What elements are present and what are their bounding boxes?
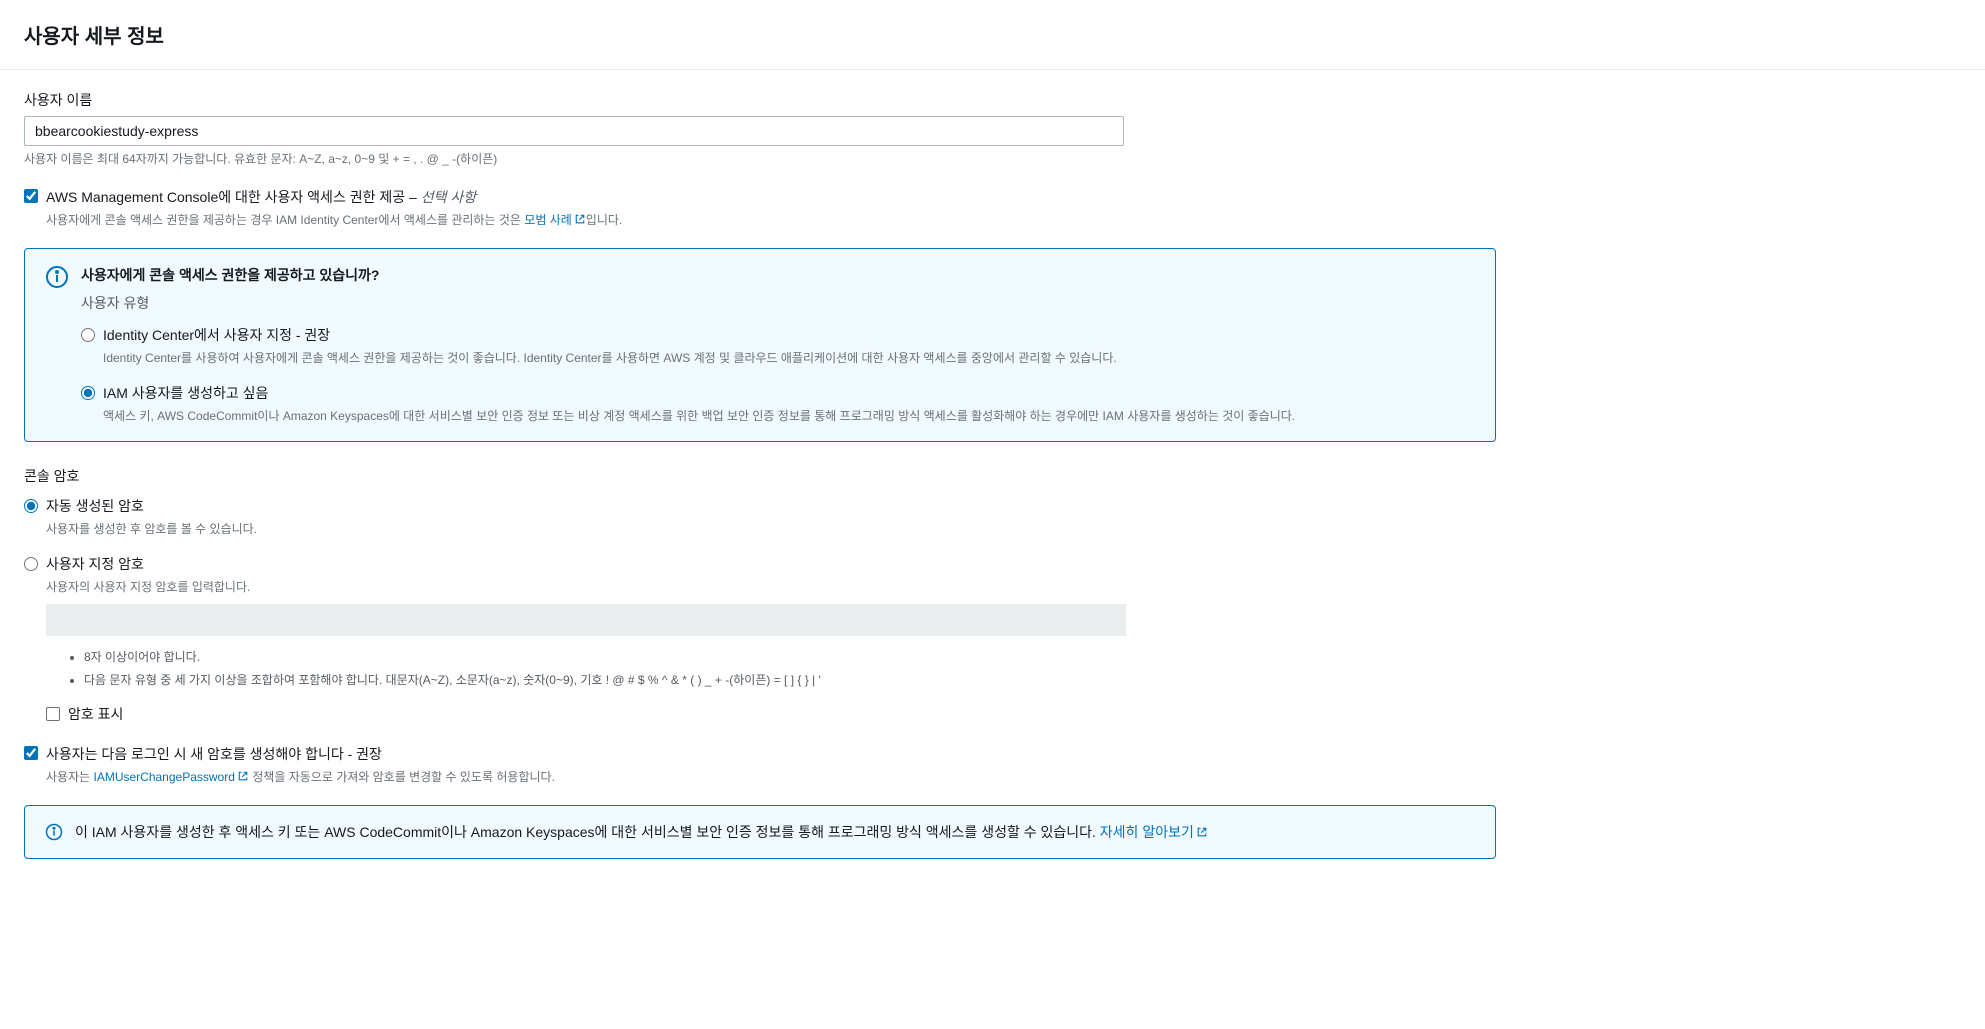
iam-user-hint: 액세스 키, AWS CodeCommit이나 Amazon Keyspaces…	[103, 407, 1475, 425]
best-practice-link[interactable]: 모범 사례	[524, 213, 586, 227]
must-change-checkbox[interactable]	[24, 746, 38, 760]
identity-center-option: Identity Center에서 사용자 지정 - 권장 Identity C…	[81, 325, 1475, 367]
content-area: 사용자 이름 사용자 이름은 최대 64자까지 가능합니다. 유효한 문자: A…	[0, 70, 1520, 879]
console-access-label: AWS Management Console에 대한 사용자 액세스 권한 제공…	[46, 187, 476, 207]
auto-password-radio[interactable]	[24, 499, 38, 513]
console-access-group: AWS Management Console에 대한 사용자 액세스 권한 제공…	[24, 187, 1496, 228]
username-input[interactable]	[24, 116, 1124, 146]
external-link-icon	[574, 213, 586, 225]
auto-password-option: 자동 생성된 암호 사용자를 생성한 후 암호를 볼 수 있습니다.	[24, 496, 1496, 538]
console-access-hint: 사용자에게 콘솔 액세스 권한을 제공하는 경우 IAM Identity Ce…	[46, 211, 1496, 228]
auto-password-label: 자동 생성된 암호	[46, 496, 144, 516]
page-title: 사용자 세부 정보	[24, 20, 1961, 49]
user-type-title: 사용자에게 콘솔 액세스 권한을 제공하고 있습니까?	[81, 265, 1475, 285]
console-password-group: 콘솔 암호 자동 생성된 암호 사용자를 생성한 후 암호를 볼 수 있습니다.…	[24, 466, 1496, 724]
identity-center-hint: Identity Center를 사용하여 사용자에게 콘솔 액세스 권한을 제…	[103, 349, 1475, 367]
external-link-icon	[1196, 826, 1208, 838]
custom-password-hint: 사용자의 사용자 지정 암호를 입력합니다.	[46, 578, 1496, 596]
iam-user-radio[interactable]	[81, 386, 95, 400]
bottom-info-text: 이 IAM 사용자를 생성한 후 액세스 키 또는 AWS CodeCommit…	[75, 822, 1208, 842]
identity-center-label: Identity Center에서 사용자 지정 - 권장	[103, 325, 330, 345]
user-type-subtitle: 사용자 유형	[81, 293, 1475, 313]
info-icon	[45, 823, 63, 841]
username-hint: 사용자 이름은 최대 64자까지 가능합니다. 유효한 문자: A~Z, a~z…	[24, 150, 1496, 167]
password-rule-1: 8자 이상이어야 합니다.	[84, 648, 1496, 665]
show-password-checkbox[interactable]	[46, 707, 60, 721]
custom-password-input-disabled	[46, 604, 1126, 636]
must-change-row: 사용자는 다음 로그인 시 새 암호를 생성해야 합니다 - 권장	[24, 744, 1496, 764]
console-access-row: AWS Management Console에 대한 사용자 액세스 권한 제공…	[24, 187, 1496, 207]
learn-more-link[interactable]: 자세히 알아보기	[1100, 824, 1208, 840]
bottom-info-panel: 이 IAM 사용자를 생성한 후 액세스 키 또는 AWS CodeCommit…	[24, 805, 1496, 859]
must-change-label: 사용자는 다음 로그인 시 새 암호를 생성해야 합니다 - 권장	[46, 744, 382, 764]
must-change-password-group: 사용자는 다음 로그인 시 새 암호를 생성해야 합니다 - 권장 사용자는 I…	[24, 744, 1496, 785]
custom-password-option: 사용자 지정 암호 사용자의 사용자 지정 암호를 입력합니다.	[24, 554, 1496, 596]
external-link-icon	[237, 770, 249, 782]
user-type-content: 사용자에게 콘솔 액세스 권한을 제공하고 있습니까? 사용자 유형 Ident…	[81, 265, 1475, 425]
console-password-label: 콘솔 암호	[24, 466, 1496, 486]
identity-center-radio[interactable]	[81, 328, 95, 342]
console-access-checkbox[interactable]	[24, 189, 38, 203]
custom-password-radio[interactable]	[24, 557, 38, 571]
password-rule-2: 다음 문자 유형 중 세 가지 이상을 조합하여 포함해야 합니다. 대문자(A…	[84, 671, 1496, 688]
iam-user-option: IAM 사용자를 생성하고 싶음 액세스 키, AWS CodeCommit이나…	[81, 383, 1475, 425]
iam-change-password-link[interactable]: IAMUserChangePassword	[94, 770, 249, 784]
custom-password-label: 사용자 지정 암호	[46, 554, 144, 574]
username-label: 사용자 이름	[24, 90, 1496, 110]
show-password-row: 암호 표시	[46, 704, 1496, 724]
page-header: 사용자 세부 정보	[0, 0, 1985, 70]
password-rules: 8자 이상이어야 합니다. 다음 문자 유형 중 세 가지 이상을 조합하여 포…	[68, 648, 1496, 688]
username-group: 사용자 이름 사용자 이름은 최대 64자까지 가능합니다. 유효한 문자: A…	[24, 90, 1496, 167]
user-type-panel: 사용자에게 콘솔 액세스 권한을 제공하고 있습니까? 사용자 유형 Ident…	[24, 248, 1496, 442]
must-change-hint: 사용자는 IAMUserChangePassword 정책을 자동으로 가져와 …	[46, 768, 1496, 785]
auto-password-hint: 사용자를 생성한 후 암호를 볼 수 있습니다.	[46, 520, 1496, 538]
iam-user-label: IAM 사용자를 생성하고 싶음	[103, 383, 268, 403]
show-password-label: 암호 표시	[68, 704, 123, 724]
info-icon	[45, 265, 69, 289]
